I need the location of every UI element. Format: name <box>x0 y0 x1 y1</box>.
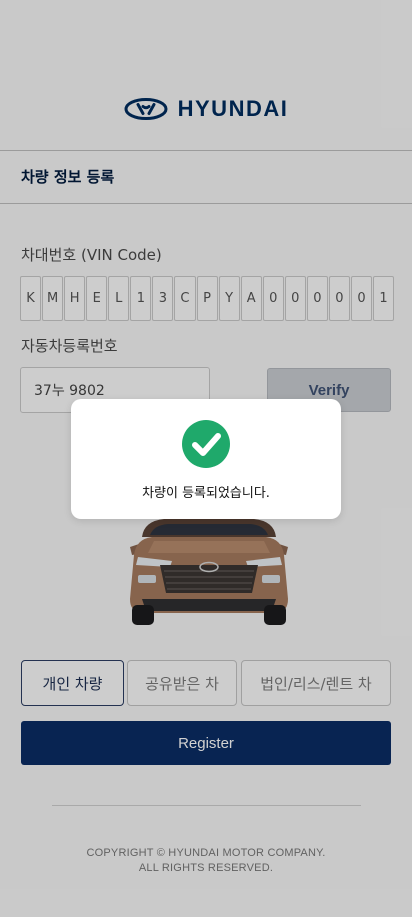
dialog-message: 차량이 등록되었습니다. <box>142 486 270 501</box>
success-dialog[interactable]: 차량이 등록되었습니다. <box>71 399 341 519</box>
check-circle-icon <box>182 420 230 468</box>
